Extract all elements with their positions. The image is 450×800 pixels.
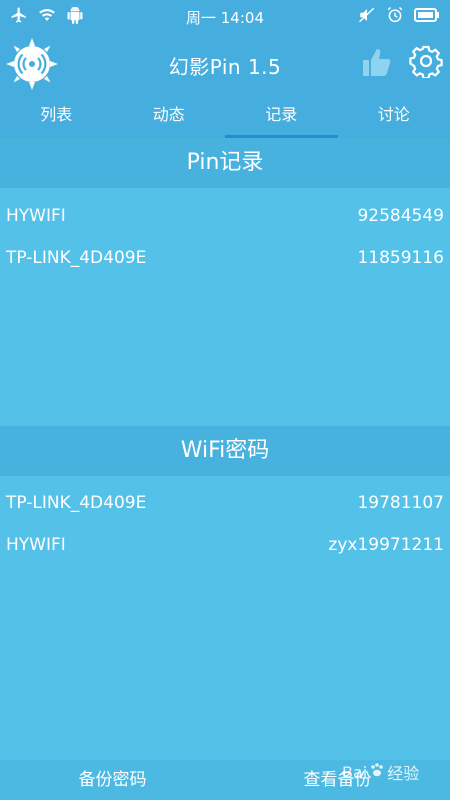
battery-icon: [414, 7, 440, 27]
alarm-icon: [386, 6, 404, 28]
baidu-watermark: Bai 经验: [342, 752, 450, 792]
android-icon: [66, 6, 84, 28]
status-left: [10, 6, 84, 28]
airplane-icon: [10, 6, 28, 28]
wifi-passwords-list: TP-LINK_4D409E 19781107 HYWIFI zyx199712…: [0, 476, 450, 760]
wifi-password-value: 19781107: [357, 493, 444, 513]
pin-record-value: 92584549: [357, 206, 444, 226]
tab-discussion[interactable]: 讨论: [338, 92, 450, 138]
pin-records-list: HYWIFI 92584549 TP-LINK_4D409E 11859116: [0, 188, 450, 426]
tab-records[interactable]: 记录: [225, 92, 338, 138]
pin-record-row[interactable]: TP-LINK_4D409E 11859116: [0, 243, 450, 273]
tab-list[interactable]: 列表: [0, 92, 113, 138]
tab-activity[interactable]: 动态: [113, 92, 226, 138]
pin-record-name: HYWIFI: [6, 206, 66, 226]
mute-icon: [358, 6, 376, 28]
wifi-password-value: zyx19971211: [328, 535, 444, 555]
tab-bar: 列表 动态 记录 讨论: [0, 92, 450, 138]
wifi-passwords-header: WiFi密码: [0, 426, 450, 476]
wifi-icon: [38, 6, 56, 28]
watermark-text: Bai: [342, 762, 368, 782]
pin-record-value: 11859116: [357, 248, 444, 268]
app-header: 幻影Pin 1.5: [0, 34, 450, 92]
pin-record-name: TP-LINK_4D409E: [6, 248, 147, 268]
thumbs-up-icon[interactable]: [360, 46, 392, 78]
status-bar: 周一 14:04: [0, 0, 450, 34]
wifi-password-row[interactable]: TP-LINK_4D409E 19781107: [0, 488, 450, 518]
gear-icon[interactable]: [409, 44, 443, 80]
watermark-text-2: 经验: [387, 764, 420, 783]
pin-record-row[interactable]: HYWIFI 92584549: [0, 201, 450, 231]
wifi-password-name: HYWIFI: [6, 535, 66, 555]
backup-passwords-button[interactable]: 备份密码: [0, 760, 225, 800]
status-right: [358, 6, 440, 28]
paw-icon: [369, 762, 385, 782]
wifi-password-name: TP-LINK_4D409E: [6, 493, 147, 513]
wifi-password-row[interactable]: HYWIFI zyx19971211: [0, 530, 450, 560]
pin-records-header: Pin记录: [0, 138, 450, 188]
